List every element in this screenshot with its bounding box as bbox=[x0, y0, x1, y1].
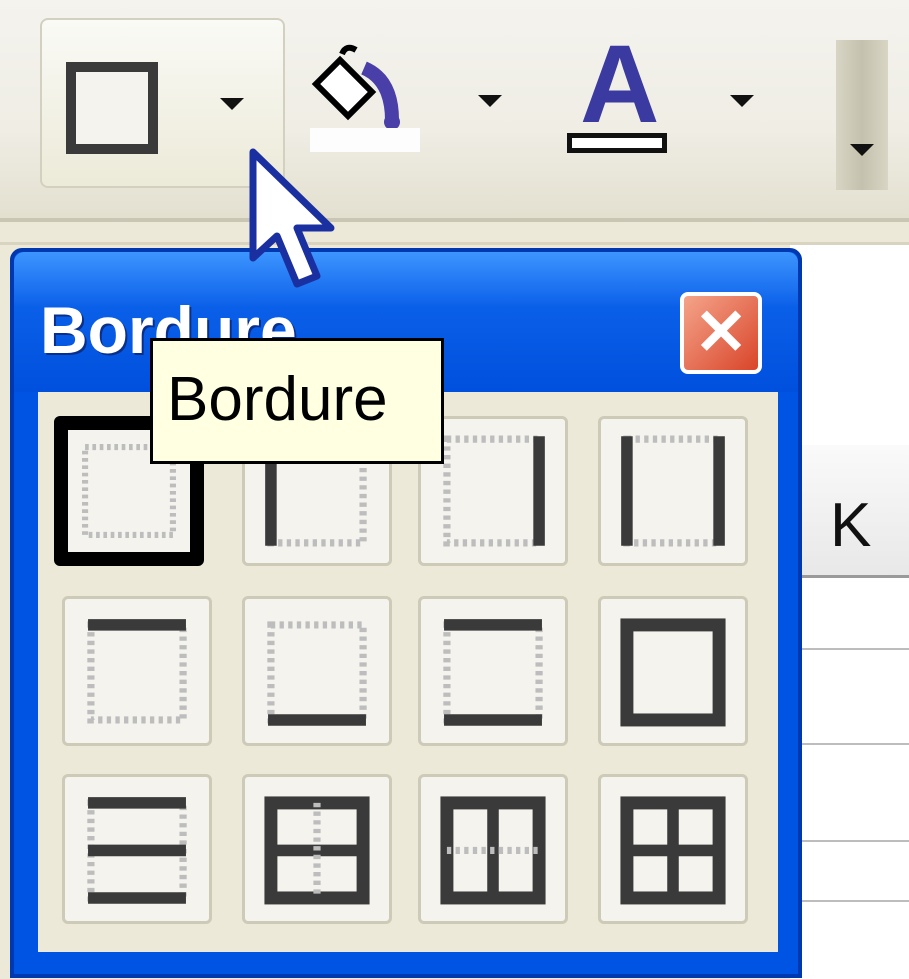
spreadsheet-grid: K bbox=[790, 245, 909, 979]
top-bottom-border-icon bbox=[443, 619, 543, 726]
outside-borders-option[interactable] bbox=[598, 596, 748, 746]
close-icon: ✕ bbox=[694, 296, 748, 368]
formatting-toolbar: A bbox=[0, 0, 909, 222]
column-header-label: K bbox=[830, 491, 872, 560]
left-right-border-option[interactable] bbox=[598, 416, 748, 566]
row-divider bbox=[790, 743, 909, 745]
close-button[interactable]: ✕ bbox=[680, 292, 762, 374]
font-color-swatch bbox=[567, 133, 667, 153]
borders-dropdown-arrow-icon[interactable] bbox=[220, 98, 244, 110]
chevron-down-icon bbox=[850, 144, 874, 156]
tooltip: Bordure bbox=[150, 338, 444, 464]
row-divider bbox=[790, 900, 909, 902]
inner-horizontal-borders-option[interactable] bbox=[62, 774, 212, 924]
inner-vertical-borders-icon bbox=[440, 796, 546, 905]
toolbar-separator bbox=[0, 222, 909, 245]
font-color-icon[interactable]: A bbox=[580, 30, 659, 140]
bottom-border-option[interactable] bbox=[242, 596, 392, 746]
inner-borders-outline-option[interactable] bbox=[242, 774, 392, 924]
left-right-border-icon bbox=[621, 435, 725, 547]
inner-horizontal-borders-icon bbox=[87, 797, 187, 904]
font-color-dropdown-arrow-icon[interactable] bbox=[730, 95, 754, 107]
bottom-border-icon bbox=[267, 621, 367, 726]
row-divider bbox=[790, 840, 909, 842]
top-border-option[interactable] bbox=[62, 596, 212, 746]
all-borders-icon bbox=[620, 796, 726, 905]
mouse-cursor-icon bbox=[249, 148, 335, 288]
row-divider bbox=[790, 648, 909, 650]
inner-borders-outline-icon bbox=[264, 796, 370, 905]
border-options-grid bbox=[38, 392, 778, 952]
outside-borders-icon bbox=[620, 618, 726, 727]
top-bottom-border-option[interactable] bbox=[418, 596, 568, 746]
top-border-icon bbox=[87, 619, 187, 724]
fill-color-dropdown-arrow-icon[interactable] bbox=[478, 95, 502, 107]
all-borders-option[interactable] bbox=[598, 774, 748, 924]
toolbar-options-button[interactable] bbox=[836, 40, 888, 190]
inner-vertical-borders-option[interactable] bbox=[418, 774, 568, 924]
border-square-icon bbox=[66, 62, 158, 154]
